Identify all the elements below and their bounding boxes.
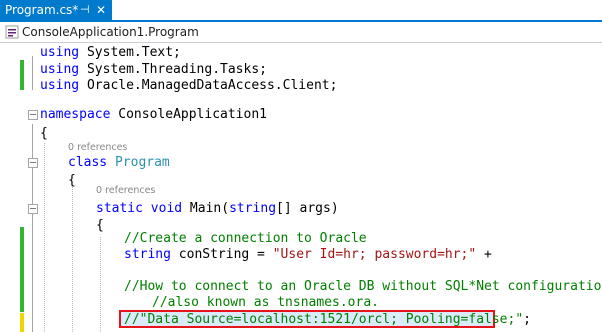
code-text: namespace ConsoleApplication1 (40, 107, 267, 122)
document-tab-strip: Program.cs* ⊣ ✕ (0, 0, 602, 22)
collapse-toggle[interactable] (28, 110, 38, 120)
references-codelens[interactable]: 0 references (68, 142, 127, 153)
code-line: class Program (0, 153, 602, 172)
code-editor[interactable]: using System.Text; using System.Threadin… (0, 43, 602, 332)
code-line: //"Data Source=localhost:1521/orcl; Pool… (0, 310, 602, 329)
code-line: using Oracle.ManagedDataAccess.Client; (0, 76, 602, 95)
code-line: namespace ConsoleApplication1 (0, 105, 602, 124)
pin-icon[interactable]: ⊣ (80, 0, 90, 20)
collapse-toggle[interactable] (28, 204, 38, 214)
code-text: string conString = "User Id=hr; password… (124, 247, 492, 262)
code-text: class Program (68, 155, 170, 170)
csharp-class-icon (5, 25, 19, 39)
navigation-bar[interactable]: ConsoleApplication1.Program (0, 22, 602, 43)
tab-program-cs[interactable]: Program.cs* ⊣ ✕ (0, 0, 112, 20)
code-line: string conString = "User Id=hr; password… (0, 245, 602, 264)
references-codelens[interactable]: 0 references (96, 185, 155, 196)
code-text: using Oracle.ManagedDataAccess.Client; (40, 78, 338, 93)
collapse-toggle[interactable] (28, 158, 38, 168)
close-icon[interactable]: ✕ (96, 0, 106, 20)
code-text: //"Data Source=localhost:1521/orcl; Pool… (124, 312, 531, 327)
tab-title: Program.cs* (5, 3, 79, 17)
type-selector-label: ConsoleApplication1.Program (22, 25, 199, 39)
